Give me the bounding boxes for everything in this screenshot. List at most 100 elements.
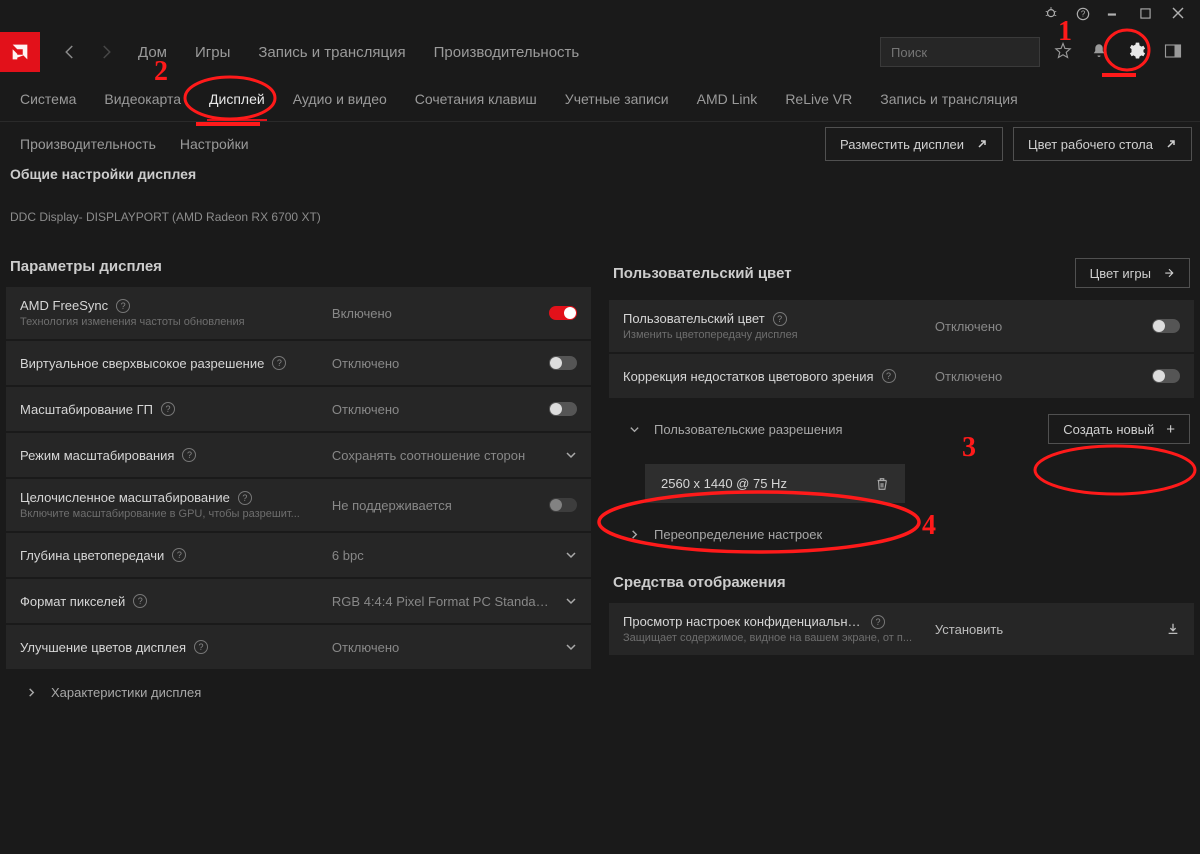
privacy-desc: Защищает содержимое, видное на вашем экр… <box>623 632 935 644</box>
tab-relive[interactable]: ReLive VR <box>771 76 866 121</box>
row-vsr: Виртуальное сверхвысокое разрешение? Отк… <box>6 341 591 385</box>
svg-text:?: ? <box>1081 10 1086 19</box>
nav-streaming[interactable]: Запись и трансляция <box>244 44 419 61</box>
color-enh-label: Улучшение цветов дисплея <box>20 640 186 655</box>
close-icon[interactable] <box>1172 7 1186 21</box>
custom-color-toggle[interactable] <box>1152 319 1180 333</box>
create-new-button[interactable]: Создать новый + <box>1048 414 1190 444</box>
custom-color-heading: Пользовательский цвет <box>613 265 792 282</box>
row-pixel[interactable]: Формат пикселей? RGB 4:4:4 Pixel Format … <box>6 579 591 623</box>
row-bpc[interactable]: Глубина цветопередачи? 6 bpc <box>6 533 591 577</box>
pixel-value: RGB 4:4:4 Pixel Format PC Standard (Full… <box>332 594 552 609</box>
amd-logo[interactable] <box>0 32 40 72</box>
vsr-label: Виртуальное сверхвысокое разрешение <box>20 356 264 371</box>
privacy-label: Просмотр настроек конфиденциальности ... <box>623 614 863 629</box>
bell-icon[interactable] <box>1090 42 1108 63</box>
deficiency-toggle[interactable] <box>1152 369 1180 383</box>
pixel-label: Формат пикселей <box>20 594 125 609</box>
chevron-down-icon[interactable] <box>629 424 640 435</box>
freesync-value: Включено <box>332 306 392 321</box>
help-icon[interactable]: ? <box>116 299 130 313</box>
help-icon[interactable]: ? <box>871 615 885 629</box>
tab-hotkeys[interactable]: Сочетания клавиш <box>401 76 551 121</box>
display-specs-toggle[interactable]: Характеристики дисплея <box>51 685 201 700</box>
display-info: DDC Display- DISPLAYPORT (AMD Radeon RX … <box>0 210 1200 224</box>
nav-performance[interactable]: Производительность <box>420 44 594 61</box>
nav-games[interactable]: Игры <box>181 44 244 61</box>
nav-home[interactable]: Дом <box>124 44 181 61</box>
forward-button[interactable] <box>88 43 124 61</box>
freesync-toggle[interactable] <box>549 306 577 320</box>
freesync-desc: Технология изменения частоты обновления <box>20 316 332 328</box>
help-icon[interactable]: ? <box>194 640 208 654</box>
custom-res-label[interactable]: Пользовательские разрешения <box>654 422 843 437</box>
help-icon[interactable]: ? <box>272 356 286 370</box>
plus-icon: + <box>1166 422 1175 437</box>
row-freesync: AMD FreeSync?Технология изменения частот… <box>6 287 591 339</box>
game-color-button[interactable]: Цвет игры <box>1075 258 1190 288</box>
chevron-down-icon <box>565 549 577 561</box>
help-icon[interactable]: ? <box>238 491 252 505</box>
chevron-down-icon <box>565 595 577 607</box>
help-icon[interactable]: ? <box>882 369 896 383</box>
settings-button[interactable] <box>1126 41 1146 64</box>
search-input[interactable] <box>880 37 1040 67</box>
sub-settings[interactable]: Настройки <box>168 136 261 152</box>
display-tools-heading: Средства отображения <box>609 552 1194 603</box>
row-custom-color: Пользовательский цвет?Изменить цветопере… <box>609 300 1194 352</box>
custom-resolution-item[interactable]: 2560 x 1440 @ 75 Hz <box>645 464 905 503</box>
help-icon[interactable]: ? <box>773 312 787 326</box>
open-icon <box>976 138 988 150</box>
annotation-1: 1 <box>1058 16 1072 48</box>
deficiency-label: Коррекция недостатков цветового зрения <box>623 369 874 384</box>
tab-gpu[interactable]: Видеокарта <box>90 76 195 121</box>
help-icon[interactable]: ? <box>133 594 147 608</box>
maximize-icon[interactable] <box>1140 7 1154 21</box>
chevron-right-icon[interactable] <box>629 529 640 540</box>
tab-accounts[interactable]: Учетные записи <box>551 76 683 121</box>
trash-icon[interactable] <box>875 477 889 491</box>
row-scale-mode[interactable]: Режим масштабирования? Сохранять соотнош… <box>6 433 591 477</box>
tab-audio[interactable]: Аудио и видео <box>279 76 401 121</box>
bug-icon[interactable] <box>1044 7 1058 21</box>
int-scale-toggle[interactable] <box>549 498 577 512</box>
override-label[interactable]: Переопределение настроек <box>654 527 822 542</box>
vsr-toggle[interactable] <box>549 356 577 370</box>
row-int-scale: Целочисленное масштабирование?Включите м… <box>6 479 591 531</box>
minimize-icon[interactable]: ━ <box>1108 7 1122 21</box>
tab-system[interactable]: Система <box>6 76 90 121</box>
int-scale-value: Не поддерживается <box>332 498 452 513</box>
download-icon[interactable] <box>1166 622 1180 636</box>
desktop-color-label: Цвет рабочего стола <box>1028 137 1153 152</box>
help-icon[interactable]: ? <box>172 548 186 562</box>
help-icon[interactable]: ? <box>161 402 175 416</box>
row-privacy: Просмотр настроек конфиденциальности ...… <box>609 603 1194 655</box>
tab-amdlink[interactable]: AMD Link <box>683 76 772 121</box>
row-color-enh[interactable]: Улучшение цветов дисплея? Отключено <box>6 625 591 669</box>
tab-recording[interactable]: Запись и трансляция <box>866 76 1031 121</box>
resolution-text: 2560 x 1440 @ 75 Hz <box>661 476 787 491</box>
back-button[interactable] <box>52 43 88 61</box>
install-button[interactable]: Установить <box>935 622 1003 637</box>
desktop-color-button[interactable]: Цвет рабочего стола <box>1013 127 1192 161</box>
help-icon[interactable]: ? <box>1076 7 1090 21</box>
arrange-displays-button[interactable]: Разместить дисплеи <box>825 127 1003 161</box>
sub-perf[interactable]: Производительность <box>8 136 168 152</box>
gpu-scale-toggle[interactable] <box>549 402 577 416</box>
game-color-label: Цвет игры <box>1090 266 1151 281</box>
display-params-heading: Параметры дисплея <box>10 258 162 275</box>
deficiency-value: Отключено <box>935 369 1002 384</box>
scale-mode-value: Сохранять соотношение сторон <box>332 448 525 463</box>
gpu-scale-value: Отключено <box>332 402 399 417</box>
custom-color-desc: Изменить цветопередачу дисплея <box>623 329 935 341</box>
row-deficiency: Коррекция недостатков цветового зрения? … <box>609 354 1194 398</box>
custom-color-value: Отключено <box>935 319 1002 334</box>
annotation-3: 3 <box>962 432 976 464</box>
int-scale-desc: Включите масштабирование в GPU, чтобы ра… <box>20 508 332 520</box>
chevron-right-icon[interactable] <box>26 687 37 698</box>
help-icon[interactable]: ? <box>182 448 196 462</box>
chevron-down-icon <box>565 641 577 653</box>
dock-icon[interactable] <box>1164 42 1182 63</box>
tab-display[interactable]: Дисплей <box>195 76 279 121</box>
open-icon <box>1165 138 1177 150</box>
